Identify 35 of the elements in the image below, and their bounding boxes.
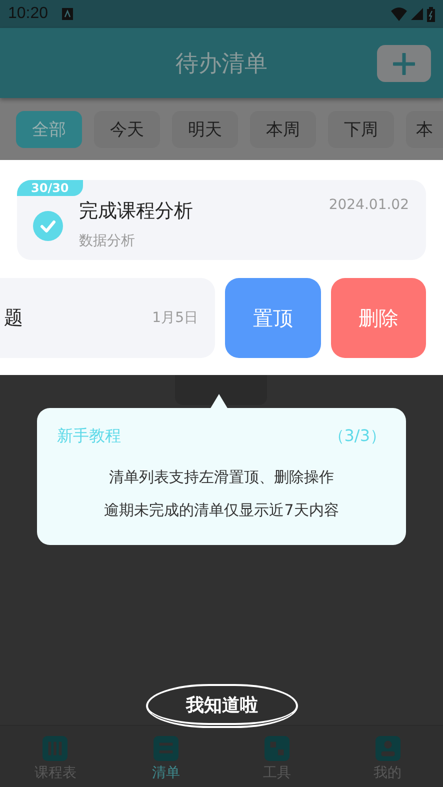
tutorial-text: 清单列表支持左滑置顶、删除操作 [108,467,335,488]
filter-chip[interactable]: 下周 [328,110,394,148]
notification-icon [62,8,74,20]
signal-icon [411,8,423,20]
schedule-icon [42,736,68,761]
tutorial-text: 逾期未完成的清单仅显示近7天内容 [103,500,340,521]
delete-button[interactable]: 删除 [330,278,426,358]
checked-icon[interactable] [33,211,63,241]
tools-icon [264,736,290,761]
todo-date: 1月5日 [152,309,198,327]
page-title: 待办清单 [176,50,268,78]
battery-icon [427,6,435,22]
tutorial-title: 新手教程 [57,426,121,447]
filter-chip[interactable]: 本 [406,110,443,148]
list-icon [153,736,180,761]
todo-title: 题 [4,306,24,331]
todo-card[interactable]: 30/30 完成课程分析 数据分析 2024.01.02 [17,180,426,260]
filter-chip[interactable]: 本周 [250,110,316,148]
add-button[interactable] [377,45,431,82]
todo-subtitle: 数据分析 [79,232,136,250]
plus-icon [393,52,415,74]
todo-date: 2024.01.02 [328,197,409,213]
pin-button[interactable]: 置顶 [225,278,320,358]
todo-card[interactable]: 题 1月5日 [0,278,215,358]
dismiss-button[interactable]: 我知道啦 [146,684,298,728]
status-time: 10:20 [8,5,48,23]
tutorial-step: （3/3） [328,426,386,447]
wifi-icon [391,7,407,21]
filter-chip[interactable]: 全部 [16,110,82,148]
filter-chip[interactable]: 今天 [94,110,160,148]
filter-chip[interactable]: 明天 [172,110,238,148]
profile-icon [374,736,401,761]
nav-tab[interactable]: 清单 [152,736,180,782]
progress-badge: 30/30 [17,180,83,196]
todo-title: 完成课程分析 [79,199,194,224]
